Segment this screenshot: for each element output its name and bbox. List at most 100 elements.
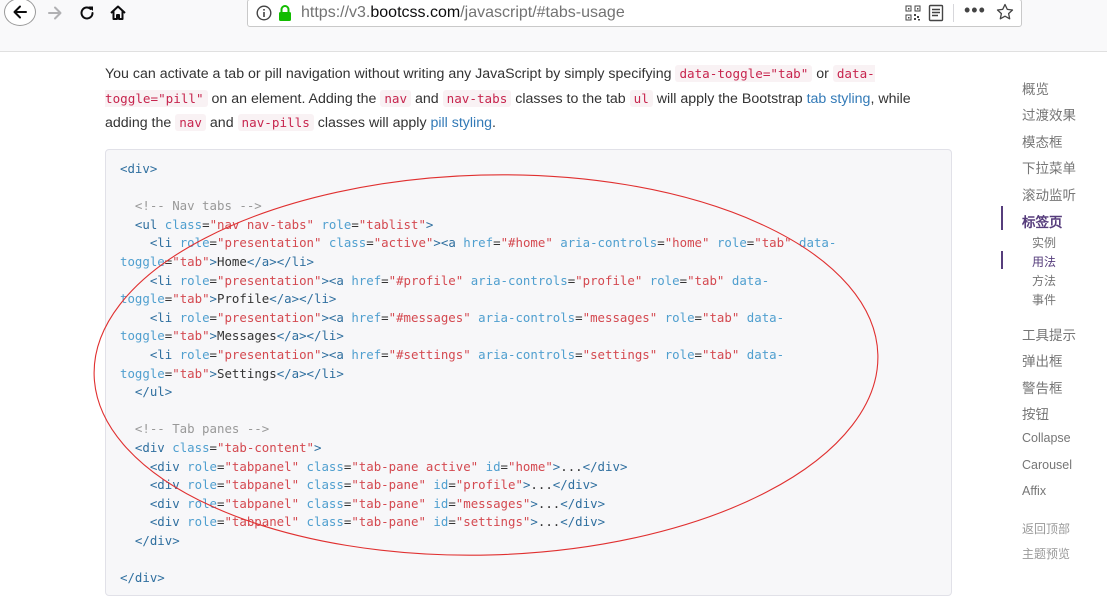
sidebar-item[interactable]: 警告框 [1022, 377, 1063, 397]
code-token: "tab" [172, 253, 210, 269]
code-token: </ul> [134, 384, 173, 400]
code-token: role [179, 309, 210, 325]
code-token: </div> [560, 495, 606, 511]
code-token: "tab" [754, 235, 792, 251]
code-token: Settings [217, 365, 277, 381]
inline-code: data-toggle="tab" [675, 65, 813, 82]
sidebar-subitem[interactable]: 实例 [1032, 234, 1056, 251]
sidebar-subitem[interactable]: 事件 [1032, 291, 1056, 308]
reload-button[interactable] [70, 0, 104, 26]
sidebar-item[interactable]: 滚动监听 [1022, 184, 1076, 204]
qr-code-icon[interactable] [905, 5, 921, 21]
code-token: > [321, 346, 329, 362]
code-token: "tab-pane active" [351, 458, 479, 474]
sidebar-item[interactable]: 模态框 [1022, 131, 1063, 151]
sidebar-item[interactable]: Collapse [1022, 431, 1071, 445]
code-token: aria-controls [478, 346, 576, 362]
code-token: "presentation" [217, 272, 322, 288]
intro-text: and [411, 90, 443, 107]
more-icon[interactable]: ••• [964, 0, 986, 21]
code-token: "profile" [575, 272, 643, 288]
code-token: data- [746, 346, 785, 362]
code-token: role [179, 235, 210, 251]
code-token: <li [149, 346, 173, 362]
code-token: > [321, 309, 329, 325]
sidebar-subitem-usage[interactable]: 用法 [1032, 253, 1056, 270]
code-token: id [433, 495, 449, 511]
sidebar-item[interactable]: Carousel [1022, 458, 1072, 472]
code-token: > [209, 253, 218, 269]
url-bar-divider [953, 4, 954, 22]
code-token: <div [149, 477, 180, 493]
back-to-top-link[interactable]: 返回顶部 [1022, 520, 1070, 537]
sidebar-item[interactable]: 概览 [1022, 78, 1049, 98]
code-token: <div [149, 458, 180, 474]
code-token: "tab-pane" [351, 477, 426, 493]
url-bar[interactable]: https://v3.bootcss.com/javascript/#tabs-… [247, 0, 1022, 27]
intro-text: and [205, 115, 238, 132]
code-token: "messages" [455, 495, 531, 511]
sidebar-item[interactable]: 按钮 [1022, 403, 1049, 423]
code-token: Messages [217, 328, 277, 344]
bookmark-star-icon[interactable] [996, 3, 1014, 21]
code-token: <div [149, 495, 180, 511]
code-token: "active" [373, 235, 434, 251]
code-token: role [664, 346, 695, 362]
back-button[interactable] [4, 0, 36, 26]
code-token: </div> [560, 514, 606, 530]
info-icon[interactable] [256, 5, 272, 21]
sidebar-item[interactable]: 弹出框 [1022, 350, 1063, 370]
code-token: "nav nav-tabs" [209, 216, 314, 232]
reader-view-icon[interactable] [928, 4, 944, 22]
code-token: </div> [582, 458, 628, 474]
code-token: > [530, 514, 538, 530]
theme-preview-link[interactable]: 主题预览 [1022, 545, 1070, 562]
code-comment: <!-- Tab panes --> [134, 421, 270, 437]
code-token: "profile" [455, 477, 523, 493]
sidebar-subitem[interactable]: 方法 [1032, 272, 1056, 289]
code-token: </a></li> [269, 291, 337, 307]
inline-code: nav [175, 114, 206, 132]
code-token: "tab-content" [217, 439, 314, 455]
tab-styling-link[interactable]: tab styling [807, 91, 871, 107]
code-token: > [530, 495, 538, 511]
url-text[interactable]: https://v3.bootcss.com/javascript/#tabs-… [301, 4, 625, 22]
code-token: id [433, 477, 449, 493]
code-token: </div> [120, 570, 165, 586]
sidebar-item-tabs[interactable]: 标签页 [1022, 211, 1063, 231]
code-token: </a></li> [276, 328, 344, 344]
code-token: "tabpanel" [224, 514, 300, 530]
code-token: Home [217, 253, 247, 269]
code-token: <li [149, 235, 173, 251]
code-token: id [433, 514, 449, 530]
code-token: > [209, 365, 218, 381]
sidebar-item[interactable]: 过渡效果 [1022, 104, 1076, 124]
code-token: </div> [134, 532, 180, 548]
code-token: class [164, 216, 203, 232]
sidebar-item[interactable]: Affix [1022, 484, 1046, 498]
code-token: "tab" [702, 346, 740, 362]
sidebar-item[interactable]: 工具提示 [1022, 324, 1076, 344]
sidebar-item[interactable]: 下拉菜单 [1022, 157, 1076, 177]
url-domain: bootcss.com [370, 4, 461, 21]
code-token: role [649, 272, 680, 288]
forward-button[interactable] [38, 0, 72, 26]
code-token: role [179, 272, 210, 288]
lock-icon[interactable] [277, 4, 293, 22]
code-token: "tab-pane" [351, 514, 426, 530]
code-token: ... [560, 458, 583, 474]
code-token: aria-controls [478, 309, 576, 325]
code-token: > [433, 235, 441, 251]
code-token: "tab" [687, 272, 725, 288]
pill-styling-link[interactable]: pill styling [430, 115, 492, 131]
code-token: "settings" [582, 346, 658, 362]
code-token: aria-controls [560, 235, 658, 251]
code-token: class [306, 458, 344, 474]
code-token: aria-controls [470, 272, 568, 288]
code-token: > [321, 272, 329, 288]
code-token: "#profile" [388, 272, 464, 288]
home-button[interactable] [101, 0, 135, 26]
code-token: href [463, 235, 494, 251]
code-token: toggle [120, 328, 165, 344]
code-block: <div> <!-- Nav tabs --> <ul class="nav n… [120, 161, 837, 586]
